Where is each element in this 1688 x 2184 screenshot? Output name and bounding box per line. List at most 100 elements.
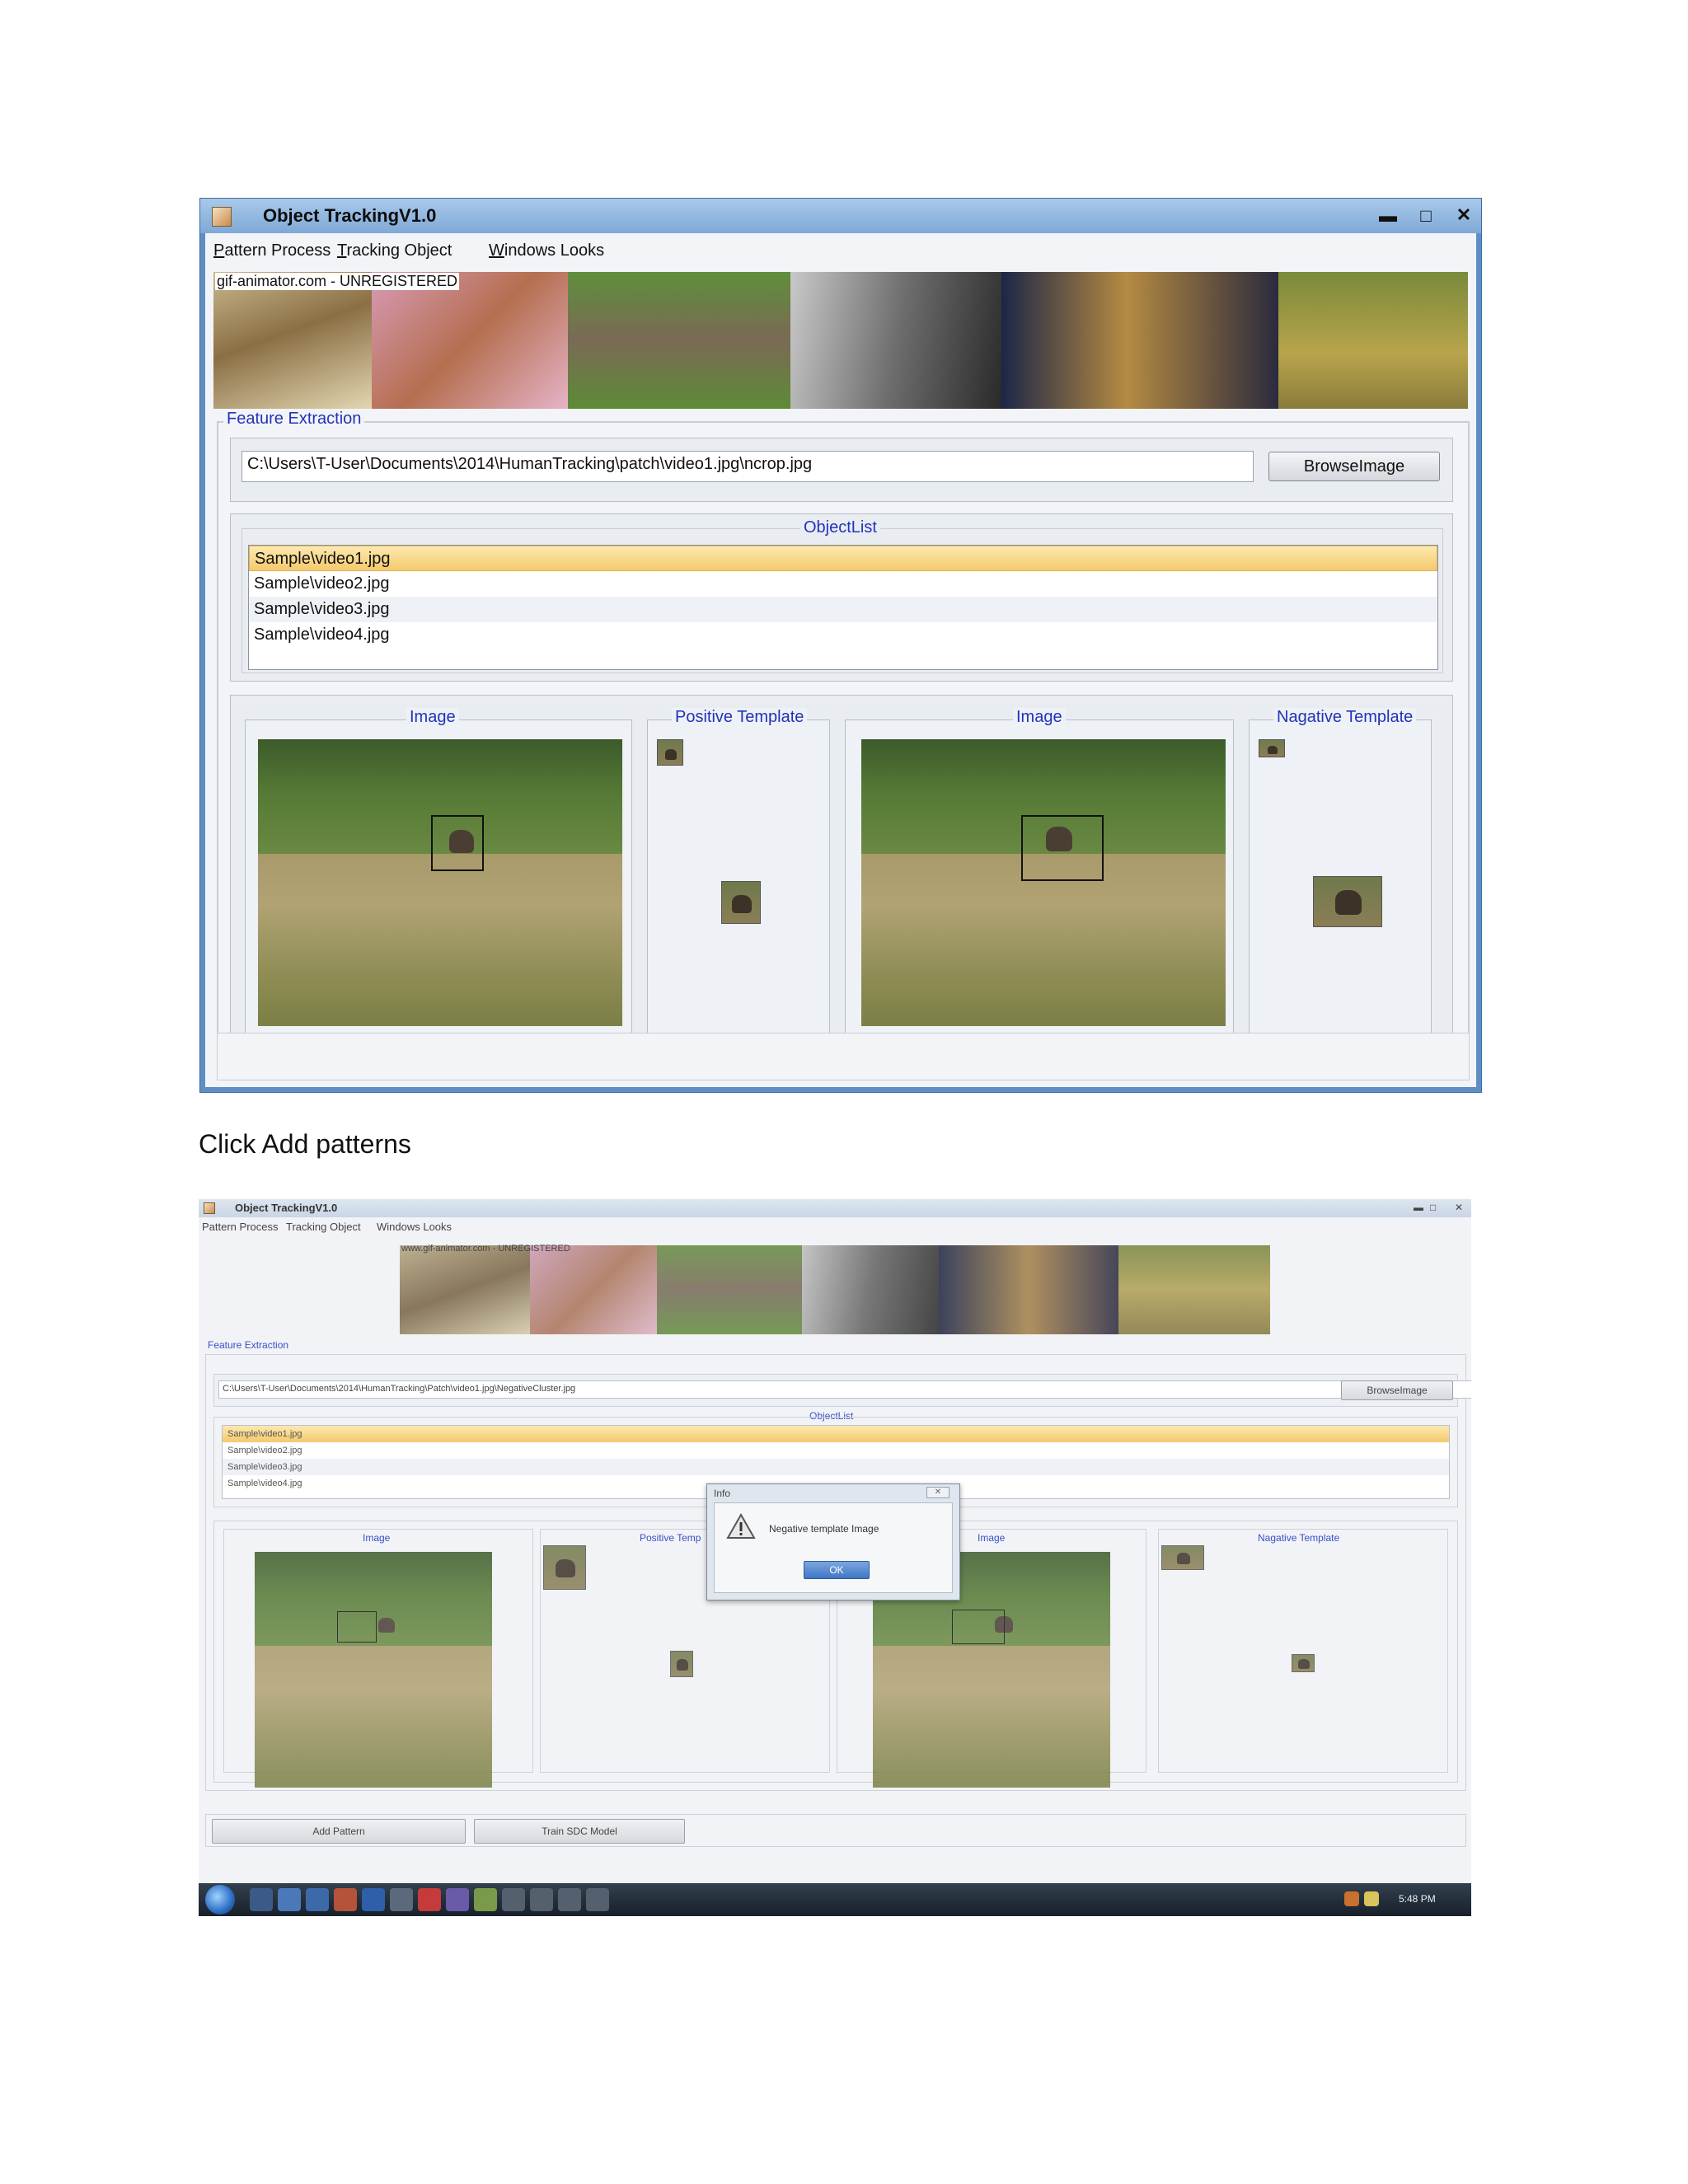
taskbar-app-icon[interactable] bbox=[418, 1888, 441, 1911]
object-list[interactable]: Sample\video1.jpg Sample\video2.jpg Samp… bbox=[248, 545, 1438, 670]
close-icon[interactable]: ✕ bbox=[1453, 204, 1475, 226]
dialog-body: Negative template Image OK bbox=[714, 1502, 953, 1593]
image-panel-left-label: Image bbox=[360, 1532, 393, 1544]
image-path-input[interactable]: C:\Users\T-User\Documents\2014\HumanTrac… bbox=[218, 1380, 1471, 1399]
image-path-input[interactable]: C:\Users\T-User\Documents\2014\HumanTrac… bbox=[241, 451, 1254, 482]
tray-icon[interactable] bbox=[1344, 1891, 1359, 1906]
banner-image-elephants-bw bbox=[802, 1245, 939, 1334]
positive-template-thumb-small bbox=[543, 1545, 586, 1590]
list-item[interactable]: Sample\video2.jpg bbox=[223, 1442, 1449, 1459]
dialog-message: Negative template Image bbox=[769, 1523, 879, 1535]
taskbar-app-icon[interactable] bbox=[502, 1888, 525, 1911]
minimize-icon[interactable]: ▬ bbox=[1377, 205, 1399, 227]
menu-pattern-process[interactable]: Pattern Process bbox=[202, 1221, 279, 1233]
menu-windows-looks[interactable]: Windows Looks bbox=[377, 1221, 452, 1233]
taskbar-app-icon[interactable] bbox=[362, 1888, 385, 1911]
app-icon bbox=[204, 1202, 215, 1214]
train-sdc-model-button[interactable]: Train SDC Model bbox=[474, 1819, 685, 1844]
tracking-frame-image bbox=[861, 739, 1226, 1026]
taskbar-app-icon[interactable] bbox=[530, 1888, 553, 1911]
banner-image-deer bbox=[372, 272, 568, 409]
taskbar-app-icon[interactable] bbox=[334, 1888, 357, 1911]
banner-image-elephant bbox=[657, 1245, 802, 1334]
title-bar: Object TrackingV1.0 ▬ □ ✕ bbox=[199, 1199, 1471, 1217]
banner-image-elephants-bw bbox=[790, 272, 1001, 409]
positive-template-thumb-small bbox=[657, 739, 683, 766]
taskbar-app-icon[interactable] bbox=[390, 1888, 413, 1911]
negative-template-thumb bbox=[1313, 876, 1382, 927]
ok-button[interactable]: OK bbox=[804, 1561, 870, 1579]
minimize-icon[interactable]: ▬ bbox=[1414, 1202, 1423, 1213]
positive-template-label: Positive Template bbox=[672, 708, 808, 727]
list-item[interactable]: Sample\video1.jpg bbox=[223, 1426, 1449, 1442]
dialog-title: Info bbox=[714, 1488, 731, 1499]
menu-mnemonic: W bbox=[489, 241, 504, 260]
list-item[interactable]: Sample\video2.jpg bbox=[249, 571, 1437, 597]
banner-image-deer bbox=[530, 1245, 657, 1334]
banner-image-elephant bbox=[568, 272, 790, 409]
add-pattern-button[interactable]: Add Pattern bbox=[212, 1819, 466, 1844]
window-title: Object TrackingV1.0 bbox=[235, 1202, 338, 1214]
menu-label: attern Process bbox=[224, 241, 331, 260]
maximize-icon[interactable]: □ bbox=[1415, 205, 1437, 227]
banner-image-cheetah bbox=[213, 272, 372, 409]
negative-template-thumb-small bbox=[1161, 1545, 1204, 1570]
taskbar-app-icon[interactable] bbox=[278, 1888, 301, 1911]
app-window-main: Object TrackingV1.0 ▬ □ ✕ Pattern Proces… bbox=[199, 198, 1482, 1093]
menu-tracking-object[interactable]: Tracking Object bbox=[337, 241, 452, 260]
banner-watermark: www.gif-animator.com - UNREGISTERED bbox=[401, 1244, 570, 1254]
banner-image-cheetah-grass bbox=[1278, 272, 1468, 409]
banner-image-leopard bbox=[1001, 272, 1278, 409]
negative-template-label: Nagative Template bbox=[1255, 1532, 1343, 1544]
banner-image-leopard bbox=[939, 1245, 1118, 1334]
menu-mnemonic: P bbox=[213, 241, 225, 260]
taskbar-app-icon[interactable] bbox=[558, 1888, 581, 1911]
maximize-icon[interactable]: □ bbox=[1430, 1202, 1436, 1213]
tracking-frame-image bbox=[258, 739, 622, 1026]
start-orb-icon[interactable] bbox=[205, 1885, 235, 1915]
tracking-box bbox=[337, 1611, 377, 1643]
taskbar-app-icon[interactable] bbox=[586, 1888, 609, 1911]
image-panel-right-label: Image bbox=[975, 1532, 1008, 1544]
taskbar-app-icon[interactable] bbox=[250, 1888, 273, 1911]
banner-image-cheetah-grass bbox=[1118, 1245, 1270, 1334]
image-panel-right-label: Image bbox=[1013, 708, 1066, 727]
menu-label: racking Object bbox=[346, 241, 452, 260]
status-strip bbox=[217, 1033, 1470, 1080]
windows-taskbar: 5:48 PM bbox=[199, 1883, 1471, 1916]
browse-image-button[interactable]: BrowseImage bbox=[1341, 1380, 1453, 1400]
tracking-box bbox=[1021, 815, 1104, 881]
browse-image-button[interactable]: BrowseImage bbox=[1268, 452, 1440, 481]
close-icon[interactable]: ✕ bbox=[1455, 1202, 1463, 1213]
list-item[interactable]: Sample\video4.jpg bbox=[249, 622, 1437, 648]
menu-tracking-object[interactable]: Tracking Object bbox=[286, 1221, 361, 1233]
menu-windows-looks[interactable]: Windows Looks bbox=[489, 241, 604, 260]
banner-watermark: gif-animator.com - UNREGISTERED bbox=[215, 273, 460, 290]
object-list-label: ObjectList bbox=[800, 518, 880, 537]
negative-template-label: Nagative Template bbox=[1273, 708, 1417, 727]
app-icon bbox=[212, 207, 232, 227]
window-client: Pattern Process Tracking Object Windows … bbox=[205, 233, 1476, 1087]
taskbar-app-icon[interactable] bbox=[474, 1888, 497, 1911]
clock: 5:48 PM bbox=[1399, 1893, 1436, 1905]
tracking-frame-image bbox=[255, 1552, 492, 1788]
menu-pattern-process[interactable]: Pattern Process bbox=[213, 241, 331, 260]
negative-template-thumb bbox=[1292, 1654, 1315, 1672]
list-item[interactable]: Sample\video1.jpg bbox=[249, 546, 1437, 571]
negative-template-thumb-small bbox=[1259, 739, 1285, 757]
list-item[interactable]: Sample\video3.jpg bbox=[249, 597, 1437, 622]
banner-image-cheetah bbox=[400, 1245, 530, 1334]
info-dialog: Info ✕ Negative template Image OK bbox=[706, 1483, 960, 1601]
animal-banner bbox=[400, 1245, 1270, 1334]
positive-template-thumb bbox=[721, 881, 761, 924]
list-item[interactable]: Sample\video3.jpg bbox=[223, 1459, 1449, 1475]
title-bar: Object TrackingV1.0 ▬ □ ✕ bbox=[200, 199, 1481, 233]
close-icon[interactable]: ✕ bbox=[926, 1487, 950, 1498]
caption-text: Click Add patterns bbox=[199, 1129, 411, 1159]
taskbar-app-icon[interactable] bbox=[306, 1888, 329, 1911]
tracking-box bbox=[431, 815, 484, 871]
taskbar-app-icon[interactable] bbox=[446, 1888, 469, 1911]
positive-template-thumb bbox=[670, 1651, 693, 1677]
warning-icon bbox=[726, 1512, 756, 1544]
tray-icon[interactable] bbox=[1364, 1891, 1379, 1906]
